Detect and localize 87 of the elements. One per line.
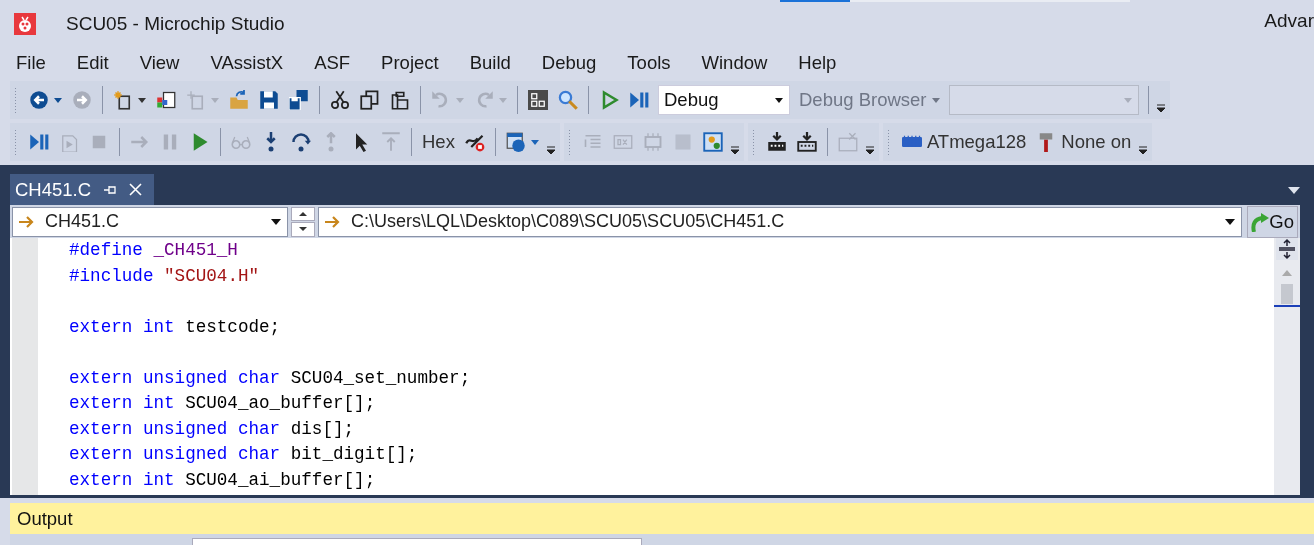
menu-item[interactable]: Edit [66,52,119,74]
dropdown-caret-icon [1123,97,1132,103]
paste-icon [390,90,410,110]
dropdown-caret-icon[interactable] [1288,187,1300,194]
overflow-icon[interactable] [545,145,556,155]
window-title: SCU05 - Microchip Studio [66,13,285,35]
arrow-icon [325,215,341,228]
add-item-icon [156,90,176,110]
step-line-icon [381,132,401,152]
code-line: #include "SCU04.H" [69,264,261,288]
code-line: extern int SCU04_ai_buffer[]; [69,468,377,492]
dropdown-caret-icon [775,97,783,103]
dropdown-caret-icon [54,97,62,103]
menu-item[interactable]: Window [691,52,778,74]
scroll-thumb[interactable] [1281,284,1293,304]
cut-icon [330,90,350,110]
code-line: extern int SCU04_ao_buffer[]; [69,392,377,415]
dropdown-caret-icon [211,97,219,103]
breakpoint-icon [464,132,485,152]
code-line: extern unsigned char SCU04_set_number; [69,366,472,390]
overflow-icon[interactable] [1138,145,1149,155]
continue-icon [629,90,649,110]
editor-tab[interactable]: CH451.C [10,174,155,205]
back-icon [29,90,49,110]
code-line: #define _CH451_H [69,239,239,262]
save-icon [259,90,279,110]
overflow-icon[interactable] [864,145,875,155]
app-logo-icon [14,13,36,35]
window-icon [505,132,526,152]
copy-icon [360,90,380,110]
spin-down-button[interactable] [291,222,315,237]
dropdown-caret-icon [530,139,539,145]
overflow-icon[interactable] [1155,103,1166,113]
save-all-icon [289,90,309,110]
menu-item[interactable]: Debug [531,52,607,74]
dropdown-caret-icon [271,218,281,225]
new-file-icon [186,90,206,110]
dropdown-caret-icon [138,97,146,103]
tab-label: CH451.C [15,178,92,201]
document-play-icon [59,132,79,152]
panel-title: Output [17,507,73,530]
dropdown-caret-icon [1225,218,1236,225]
split-icon[interactable] [1276,238,1298,260]
grid-icon [837,132,858,152]
window-title-right: Advar [1264,10,1314,32]
dropdown-caret-icon [931,97,940,103]
forward-icon [72,90,92,110]
toolbar-button[interactable]: None on [1031,127,1137,157]
hex-box-icon [612,132,633,152]
open-folder-icon [229,90,249,110]
down-caret-icon [299,227,307,232]
menu-item[interactable]: Build [459,52,521,74]
step-over-icon [291,132,311,152]
menu-item[interactable]: VAssistX [200,52,294,74]
curved-arrow-icon [1251,211,1270,232]
code-line: extern unsigned char dis[]; [69,417,356,441]
search-icon [558,90,578,110]
scrollbar[interactable] [1274,238,1300,495]
file-dropdown[interactable]: CH451.C [12,206,288,237]
code-line: extern unsigned char bit_digit[]; [69,443,419,466]
toolbar-button[interactable]: ATmega128 [896,127,1032,157]
menu-item[interactable]: View [129,52,190,74]
continue-icon [29,132,49,152]
spin-up-button[interactable] [291,206,315,221]
close-icon[interactable] [129,183,143,196]
download-chip-icon [796,132,817,152]
menu-item[interactable]: File [6,52,56,74]
path-dropdown[interactable]: C:\Users\LQL\Desktop\C089\SCU05\SCU05\CH451.C [318,206,1243,237]
menu-item[interactable]: ASF [304,52,361,74]
up-caret-icon [299,211,307,216]
code-line: extern int testcode; [69,315,282,339]
menu-item[interactable]: Help [788,52,847,74]
image-icon [702,132,723,152]
pin-icon[interactable] [103,183,118,196]
dropdown-caret-icon [456,97,464,103]
dropdown-caret-icon [499,97,507,103]
configuration-dropdown[interactable]: Debug [658,85,790,115]
menu-item[interactable]: Tools [617,52,681,74]
go-button[interactable]: Go [1247,205,1298,238]
download-chip-icon [766,132,787,152]
chip-icon [642,132,663,152]
layout-icon [528,90,548,110]
overflow-icon[interactable] [729,145,740,155]
new-project-icon [113,90,133,110]
arrow-icon [19,215,35,228]
menu-item[interactable]: Project [371,52,449,74]
toolbar-button[interactable]: Hex [417,127,460,157]
